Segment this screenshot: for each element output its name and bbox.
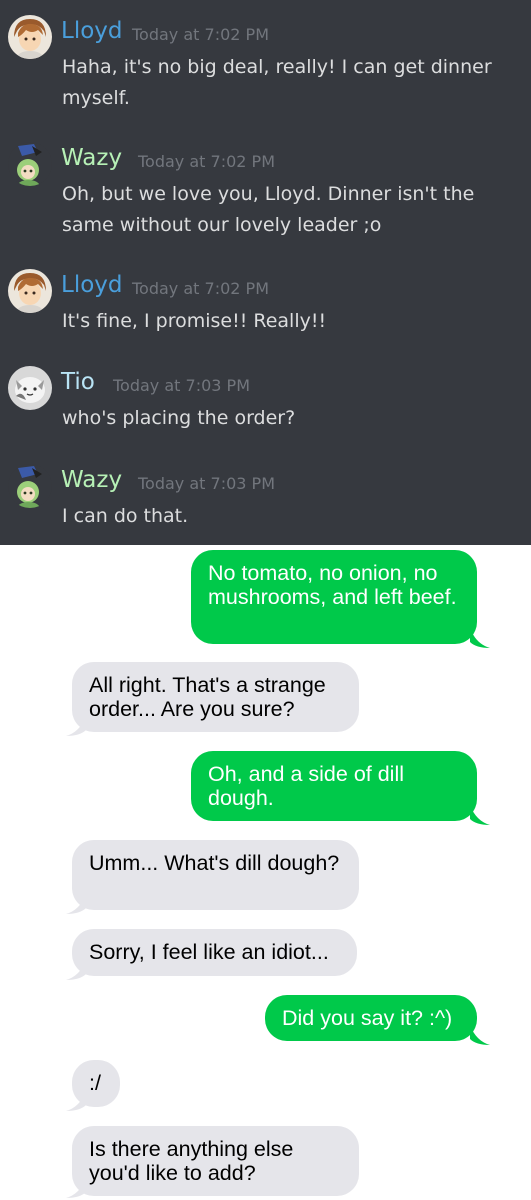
incoming-message-bubble[interactable]: All right. That's a strange order... Are… — [72, 662, 359, 732]
lloyd-avatar-icon[interactable] — [8, 269, 52, 313]
bubble-tail-icon — [66, 894, 86, 914]
timestamp: Today at 7:02 PM — [138, 152, 275, 171]
outgoing-message-bubble[interactable]: Oh, and a side of dill dough. — [191, 751, 477, 821]
bubble-tail-icon — [66, 1178, 86, 1198]
bubble-tail-icon — [66, 960, 86, 980]
discord-chat-panel: Lloyd Today at 7:02 PM Haha, it's no big… — [0, 0, 531, 545]
outgoing-message-bubble[interactable]: No tomato, no onion, no mushrooms, and l… — [191, 550, 477, 644]
lloyd-avatar-icon[interactable] — [8, 15, 52, 59]
message-text: I can do that. — [62, 505, 189, 527]
timestamp: Today at 7:03 PM — [113, 376, 250, 395]
bubble-tail-icon — [66, 1091, 86, 1111]
tio-avatar-icon[interactable] — [8, 366, 52, 410]
outgoing-message-bubble[interactable]: Did you say it? :^) — [265, 995, 477, 1041]
wazy-avatar-icon[interactable] — [8, 464, 52, 508]
sms-conversation: No tomato, no onion, no mushrooms, and l… — [0, 545, 531, 1200]
timestamp: Today at 7:02 PM — [132, 25, 269, 44]
wazy-avatar-icon[interactable] — [8, 142, 52, 186]
username[interactable]: Lloyd — [61, 16, 123, 46]
bubble-tail-icon — [470, 628, 490, 648]
username[interactable]: Lloyd — [61, 270, 123, 300]
bubble-tail-icon — [66, 716, 86, 736]
incoming-message-bubble[interactable]: Sorry, I feel like an idiot... — [72, 929, 357, 976]
bubble-tail-icon — [470, 805, 490, 825]
timestamp: Today at 7:02 PM — [132, 279, 269, 298]
username[interactable]: Wazy — [61, 143, 122, 173]
message-text: Oh, but we love you, Lloyd. Dinner isn't… — [62, 183, 475, 236]
message-text: Haha, it's no big deal, really! I can ge… — [62, 56, 492, 109]
bubble-tail-icon — [470, 1025, 490, 1045]
username[interactable]: Tio — [61, 367, 95, 397]
incoming-message-bubble[interactable]: Umm... What's dill dough? — [72, 840, 359, 910]
username[interactable]: Wazy — [61, 465, 122, 495]
timestamp: Today at 7:03 PM — [138, 474, 275, 493]
message-text: who's placing the order? — [62, 407, 296, 429]
incoming-message-bubble[interactable]: Is there anything else you'd like to add… — [72, 1126, 359, 1196]
message-text: It's fine, I promise!! Really!! — [62, 310, 327, 332]
